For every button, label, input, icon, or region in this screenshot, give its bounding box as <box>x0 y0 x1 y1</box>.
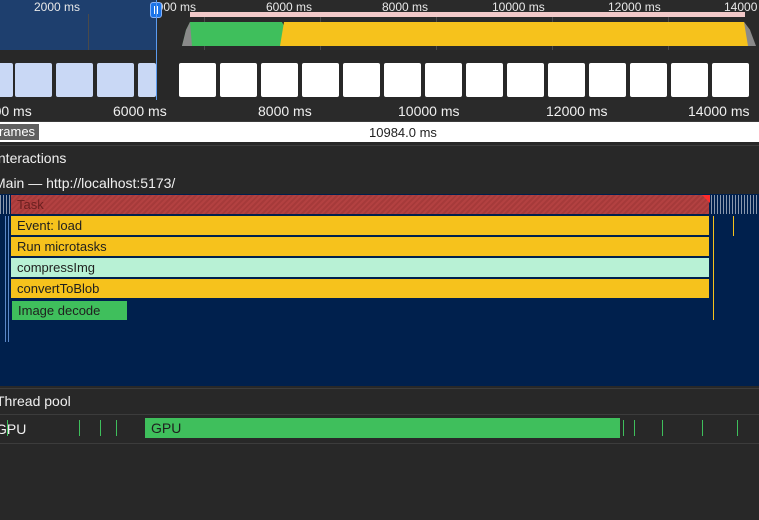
filmstrip-frame[interactable] <box>0 63 13 97</box>
filmstrip-frame[interactable] <box>97 63 134 97</box>
gpu-event[interactable] <box>634 420 635 436</box>
gpu-track[interactable]: GPU GPU <box>0 414 759 443</box>
filmstrip-frame[interactable] <box>56 63 93 97</box>
convert-to-blob-slice[interactable]: convertToBlob <box>11 279 710 298</box>
filmstrip[interactable] <box>0 57 759 102</box>
gpu-slice[interactable]: GPU <box>145 418 620 438</box>
thread-pool-track-title: Thread pool <box>0 393 71 409</box>
filmstrip-frame[interactable] <box>179 63 216 97</box>
ruler-tick: 8000 ms <box>258 103 312 119</box>
filmstrip-frame[interactable] <box>302 63 339 97</box>
ruler-tick: 10000 ms <box>398 103 460 119</box>
compress-img-slice[interactable]: compressImg <box>11 258 710 277</box>
filmstrip-frame[interactable] <box>671 63 708 97</box>
frames-track[interactable]: Frames 10984.0 ms <box>0 122 759 142</box>
interactions-track-title: Interactions <box>0 150 67 166</box>
gpu-event[interactable] <box>7 420 8 436</box>
gpu-event[interactable] <box>737 420 738 436</box>
filmstrip-frame[interactable] <box>630 63 667 97</box>
ruler-tick: 14000 ms <box>688 103 750 119</box>
main-track-header[interactable]: Main — http://localhost:5173/ <box>0 171 759 195</box>
gpu-event[interactable] <box>100 420 101 436</box>
selection-cursor-line <box>156 0 157 100</box>
ruler-tick: 6000 ms <box>113 103 167 119</box>
time-ruler: 4000 ms 6000 ms 8000 ms 10000 ms 12000 m… <box>0 100 759 122</box>
frame-duration: 10984.0 ms <box>369 125 437 140</box>
filmstrip-frame[interactable] <box>138 63 156 97</box>
gutter-line <box>5 216 6 342</box>
filmstrip-frame[interactable] <box>220 63 257 97</box>
image-decode-slice[interactable]: Image decode <box>12 301 128 320</box>
filmstrip-frame[interactable] <box>712 63 749 97</box>
task-stripes <box>0 195 10 214</box>
gpu-event[interactable] <box>623 420 624 436</box>
filmstrip-frame[interactable] <box>343 63 380 97</box>
trailing-event-line <box>733 216 734 236</box>
main-flame-chart[interactable]: Task Event: load Run microtasks compress… <box>0 194 759 386</box>
gpu-event[interactable] <box>79 420 80 436</box>
long-task-marker <box>702 195 710 203</box>
run-microtasks-slice[interactable]: Run microtasks <box>11 237 710 256</box>
event-load-slice[interactable]: Event: load <box>11 216 710 235</box>
gpu-event[interactable] <box>116 420 117 436</box>
overview-cpu-chart <box>182 22 756 46</box>
thread-pool-track-header[interactable]: Thread pool <box>0 388 759 413</box>
gpu-event[interactable] <box>662 420 663 436</box>
task-stripes <box>711 195 759 214</box>
task-slice[interactable]: Task <box>11 195 710 214</box>
empty-track-area <box>0 443 759 520</box>
gpu-event[interactable] <box>702 420 703 436</box>
filmstrip-frame[interactable] <box>466 63 503 97</box>
frames-track-label: Frames <box>0 124 40 140</box>
gpu-track-label: GPU <box>0 421 27 437</box>
filmstrip-frame[interactable] <box>15 63 52 97</box>
filmstrip-frame[interactable] <box>548 63 585 97</box>
trailing-event-line <box>713 216 714 320</box>
ruler-tick: 12000 ms <box>546 103 608 119</box>
ruler-tick: 4000 ms <box>0 103 32 119</box>
interactions-track-header[interactable]: Interactions <box>0 145 759 170</box>
gutter-line <box>8 216 9 342</box>
main-track-title: Main — http://localhost:5173/ <box>0 175 176 191</box>
filmstrip-frame[interactable] <box>261 63 298 97</box>
filmstrip-frame[interactable] <box>507 63 544 97</box>
filmstrip-frame[interactable] <box>589 63 626 97</box>
timeline-overview[interactable]: 2000 ms 4000 ms 6000 ms 8000 ms 10000 ms… <box>0 0 759 50</box>
filmstrip-frame[interactable] <box>425 63 462 97</box>
filmstrip-frame[interactable] <box>384 63 421 97</box>
